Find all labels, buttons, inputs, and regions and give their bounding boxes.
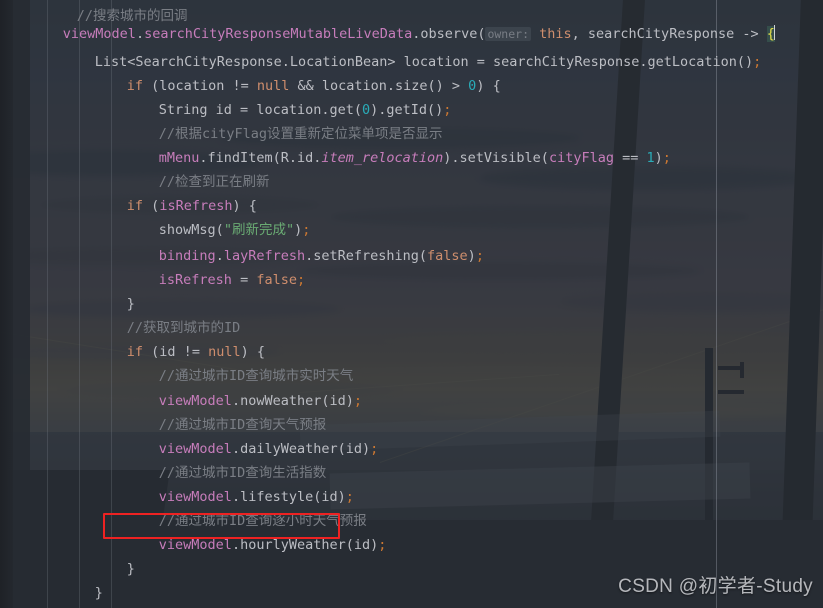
code-token-semicolon: ; (475, 248, 484, 264)
code-line[interactable]: viewModel.lifestyle(id); (0, 467, 354, 505)
code-token-brace: } (126, 561, 135, 577)
code-line[interactable]: if (location != null && location.size() … (0, 56, 501, 94)
code-token-field: cityFlag (548, 150, 614, 166)
code-token-punct: ) (467, 248, 476, 264)
code-line[interactable]: } (0, 274, 135, 312)
code-token-semicolon: ; (378, 537, 387, 553)
code-token-punct: == (613, 150, 647, 166)
code-line[interactable]: //检查到正在刷新 (0, 152, 270, 190)
code-area[interactable]: //搜索城市的回调 viewModel.searchCityResponseMu… (0, 0, 823, 608)
code-token-semicolon: ; (662, 150, 671, 166)
csdn-watermark: CSDN @初学者-Study (618, 576, 813, 597)
code-line[interactable]: viewModel.dailyWeather(id); (0, 419, 378, 457)
code-line[interactable]: }); (0, 587, 87, 607)
code-token-semicolon: ; (296, 272, 306, 288)
code-token-field: viewModel (158, 537, 232, 553)
code-token-punct: ) (654, 150, 663, 166)
code-line[interactable]: isRefresh = false; (0, 250, 305, 288)
code-token-semicolon: ; (370, 441, 379, 457)
code-line[interactable]: } (0, 563, 103, 601)
code-line[interactable]: binding.layRefresh.setRefreshing(false); (0, 226, 484, 264)
code-line[interactable]: String id = location.get(0).getId(); (0, 80, 452, 118)
code-line[interactable]: if (isRefresh) { (0, 176, 257, 214)
code-token-semicolon: ; (353, 393, 362, 409)
code-token-keyword: false (256, 272, 297, 288)
code-line[interactable]: viewModel.nowWeather(id); (0, 371, 362, 409)
code-line[interactable]: //根据cityFlag设置重新定位菜单项是否显示 (0, 104, 443, 142)
code-token-punct: ) { (476, 78, 501, 94)
code-token-brace: } (94, 585, 103, 601)
ide-screenshot: //搜索城市的回调 viewModel.searchCityResponseMu… (0, 0, 823, 608)
code-line[interactable]: //通过城市ID查询逐小时天气预报 (0, 491, 367, 529)
code-line[interactable]: viewModel.searchCityResponseMutableLiveD… (0, 4, 775, 42)
code-token-punct: ).setVisible( (443, 150, 549, 166)
code-line-highlighted[interactable]: viewModel.hourlyWeather(id); (0, 515, 387, 553)
code-token-semicolon: ; (753, 54, 762, 70)
code-line[interactable]: //通过城市ID查询生活指数 (0, 443, 327, 481)
code-line[interactable]: //获取到城市的ID (0, 298, 241, 336)
code-line[interactable]: List<SearchCityResponse.LocationBean> lo… (0, 32, 761, 70)
code-token-punct: .setRefreshing( (305, 248, 428, 264)
code-token-punct: .hourlyWeather(id) (231, 537, 379, 553)
code-token-static-field: item_relocation (321, 150, 444, 166)
code-line[interactable]: showMsg("刷新完成"); (0, 200, 311, 238)
code-line[interactable]: if (id != null) { (0, 322, 265, 360)
code-line[interactable]: mMenu.findItem(R.id.item_relocation).set… (0, 128, 671, 166)
code-token-number: 1 (646, 150, 655, 166)
code-token-punct: = (231, 272, 257, 288)
code-token-keyword: false (427, 248, 468, 264)
code-token-semicolon: ; (443, 102, 452, 118)
code-line[interactable]: //通过城市ID查询城市实时天气 (0, 346, 354, 384)
text-caret (773, 25, 775, 40)
code-line[interactable]: } (0, 539, 135, 577)
code-token-field: isRefresh (158, 272, 232, 288)
code-line[interactable]: //通过城市ID查询天气预报 (0, 395, 327, 433)
